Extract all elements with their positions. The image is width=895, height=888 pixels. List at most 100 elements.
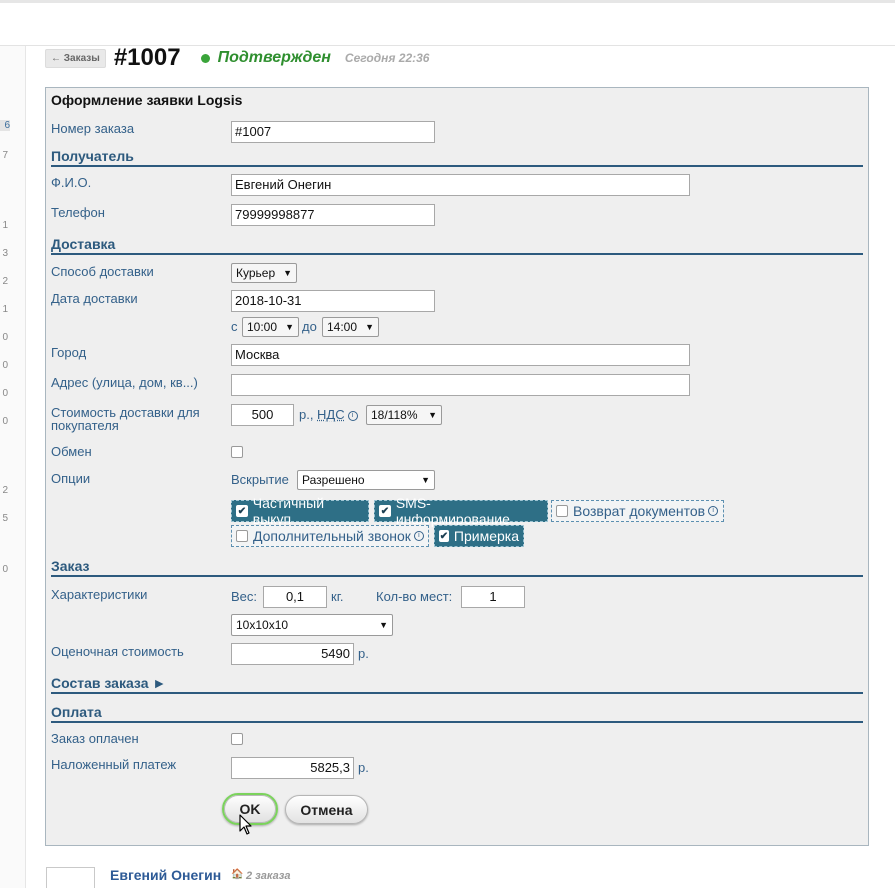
left-count[interactable]: 0 bbox=[0, 416, 8, 427]
cod-label: Наложенный платеж bbox=[51, 757, 177, 772]
chevron-down-icon: ▼ bbox=[283, 268, 292, 278]
option-label: Частичный выкуп bbox=[252, 495, 325, 527]
order-number-input[interactable]: #1007 bbox=[231, 121, 435, 143]
estimated-cost-currency: р. bbox=[358, 646, 369, 661]
paid-label: Заказ оплачен bbox=[51, 731, 139, 746]
chevron-down-icon: ▼ bbox=[285, 322, 294, 332]
chevron-down-icon: ▼ bbox=[379, 620, 388, 630]
left-count[interactable]: 5 bbox=[0, 513, 8, 524]
checkbox-icon bbox=[556, 505, 568, 517]
cancel-button[interactable]: Отмена bbox=[285, 795, 368, 824]
checkmark-icon: ✔ bbox=[439, 530, 449, 542]
section-order: Заказ bbox=[51, 558, 863, 577]
weight-unit: кг. bbox=[331, 589, 344, 604]
option-sms-notification[interactable]: ✔ SMS-информирование bbox=[374, 495, 548, 527]
section-delivery: Доставка bbox=[51, 236, 863, 255]
opening-label: Вскрытие bbox=[231, 472, 289, 487]
estimated-cost-label: Оценочная стоимость bbox=[51, 644, 184, 659]
phone-label: Телефон bbox=[51, 205, 105, 220]
fio-input[interactable]: Евгений Онегин bbox=[231, 174, 690, 196]
customer-avatar bbox=[46, 867, 95, 888]
address-label: Адрес (улица, дом, кв...) bbox=[51, 375, 198, 390]
option-extra-call[interactable]: Дополнительный звонок i bbox=[231, 525, 429, 547]
status-dot-icon bbox=[200, 53, 210, 63]
info-icon: i bbox=[708, 506, 719, 516]
exchange-label: Обмен bbox=[51, 444, 92, 459]
exchange-checkbox[interactable] bbox=[231, 446, 243, 458]
option-label: Примерка bbox=[453, 528, 519, 544]
delivery-cost-currency: р., bbox=[299, 407, 314, 422]
options-label: Опции bbox=[51, 471, 91, 486]
city-input[interactable]: Москва bbox=[231, 344, 690, 366]
option-return-documents[interactable]: Возврат документов i bbox=[551, 500, 724, 522]
customer-icon: 🏠 bbox=[231, 869, 244, 880]
time-to-select[interactable]: 14:00 ▼ bbox=[322, 317, 379, 337]
delivery-cost-label: Стоимость доставки для покупателя bbox=[51, 405, 200, 433]
vat-label: НДС bbox=[317, 407, 345, 422]
option-fitting[interactable]: ✔ Примерка bbox=[434, 525, 524, 547]
city-label: Город bbox=[51, 345, 87, 360]
left-sidebar-strip: 6 7 1 3 2 1 0 0 0 0 2 5 0 bbox=[0, 46, 26, 888]
delivery-method-select[interactable]: Курьер ▼ bbox=[231, 263, 297, 283]
section-recipient: Получатель bbox=[51, 148, 863, 167]
info-icon: i bbox=[347, 410, 358, 421]
cod-currency: р. bbox=[358, 760, 369, 775]
address-input[interactable] bbox=[231, 374, 690, 396]
paid-checkbox[interactable] bbox=[231, 733, 243, 745]
customer-orders-count: 2 заказа bbox=[246, 870, 291, 882]
delivery-method-value: Курьер bbox=[236, 266, 276, 280]
delivery-date-input[interactable]: 2018-10-31 bbox=[231, 290, 435, 312]
time-from-prefix: с bbox=[231, 319, 238, 334]
back-to-orders-button[interactable]: ← Заказы bbox=[45, 48, 106, 68]
left-count[interactable]: 1 bbox=[0, 220, 8, 231]
opening-value: Разрешено bbox=[302, 473, 365, 487]
checkmark-icon: ✔ bbox=[236, 505, 248, 517]
customer-footer: Евгений Онегин 🏠 2 заказа bbox=[45, 860, 875, 888]
left-count[interactable]: 1 bbox=[0, 304, 8, 315]
estimated-cost-input[interactable]: 5490 bbox=[231, 643, 354, 665]
chevron-down-icon: ▼ bbox=[365, 322, 374, 332]
places-input[interactable]: 1 bbox=[461, 586, 525, 608]
dimensions-value: 10x10x10 bbox=[236, 618, 289, 632]
dimensions-select[interactable]: 10x10x10 ▼ bbox=[231, 614, 393, 636]
order-number-label: Номер заказа bbox=[51, 121, 135, 136]
delivery-method-label: Способ доставки bbox=[51, 264, 154, 279]
time-to-value: 14:00 bbox=[327, 320, 358, 334]
left-count[interactable]: 7 bbox=[0, 150, 8, 161]
left-count[interactable]: 0 bbox=[0, 564, 8, 575]
vat-link[interactable]: НДС i bbox=[317, 407, 358, 422]
time-to-prefix: до bbox=[302, 319, 317, 334]
phone-input[interactable]: 79999998877 bbox=[231, 204, 435, 226]
vat-select[interactable]: 18/118% ▼ bbox=[366, 405, 442, 425]
places-label: Кол-во мест: bbox=[376, 589, 453, 604]
checkbox-icon bbox=[236, 530, 248, 542]
delivery-cost-input[interactable]: 500 bbox=[231, 404, 294, 426]
order-status[interactable]: Подтвержден bbox=[218, 49, 331, 67]
chevron-down-icon: ▼ bbox=[421, 475, 430, 485]
cod-input[interactable]: 5825,3 bbox=[231, 757, 354, 779]
left-count[interactable]: 2 bbox=[0, 485, 8, 496]
option-label: Возврат документов bbox=[573, 503, 706, 519]
left-count[interactable]: 2 bbox=[0, 276, 8, 287]
customer-name-link[interactable]: Евгений Онегин bbox=[110, 867, 221, 883]
top-bar bbox=[0, 0, 895, 46]
left-count[interactable]: 0 bbox=[0, 332, 8, 343]
section-composition-toggle[interactable]: Состав заказа ► bbox=[51, 675, 863, 694]
vat-value: 18/118% bbox=[371, 408, 418, 422]
weight-input[interactable]: 0,1 bbox=[263, 586, 327, 608]
time-from-select[interactable]: 10:00 ▼ bbox=[242, 317, 299, 337]
characteristics-label: Характеристики bbox=[51, 587, 148, 602]
option-partial-buyout[interactable]: ✔ Частичный выкуп bbox=[231, 495, 369, 527]
fio-label: Ф.И.О. bbox=[51, 175, 92, 190]
left-count[interactable]: 3 bbox=[0, 248, 8, 259]
left-count[interactable]: 6 bbox=[0, 120, 10, 131]
checkmark-icon: ✔ bbox=[379, 505, 391, 517]
order-number-title: #1007 bbox=[113, 44, 181, 71]
order-header: ← Заказы #1007 Подтвержден Сегодня 22:36 bbox=[45, 44, 429, 72]
opening-select[interactable]: Разрешено ▼ bbox=[297, 470, 435, 490]
left-count[interactable]: 0 bbox=[0, 388, 8, 399]
section-payment: Оплата bbox=[51, 704, 863, 723]
left-count[interactable]: 0 bbox=[0, 360, 8, 371]
delivery-date-label: Дата доставки bbox=[51, 291, 138, 306]
info-icon: i bbox=[413, 531, 424, 541]
